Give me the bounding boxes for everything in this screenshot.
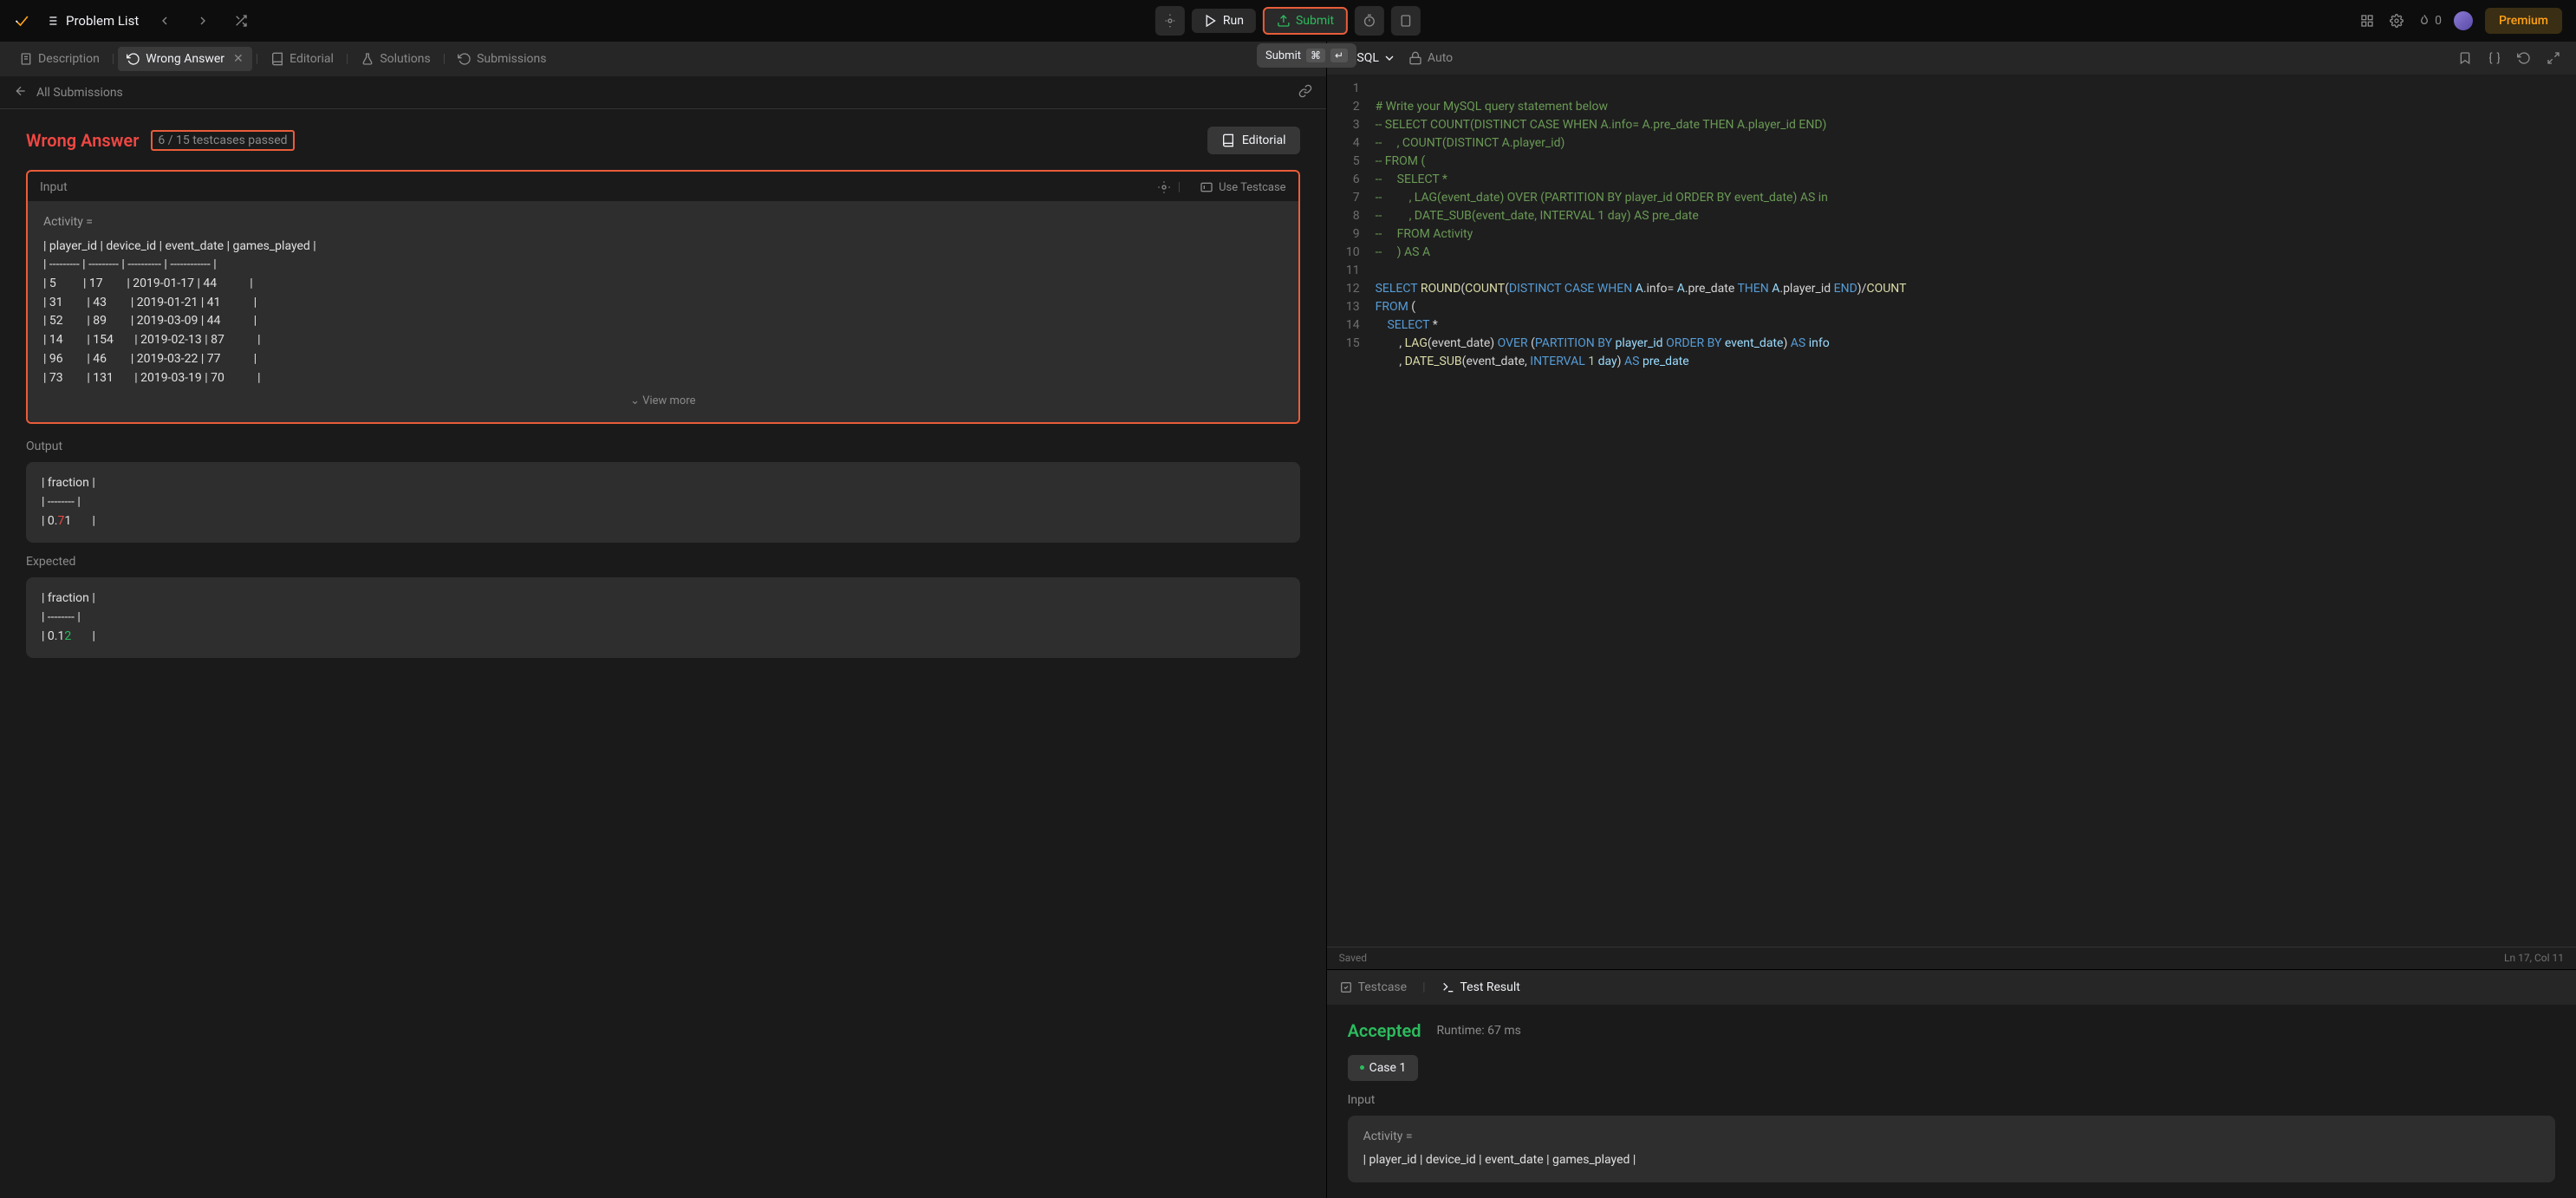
output-codebox: | fraction | | -------- | | 0.71 | — [26, 462, 1300, 543]
editorial-button[interactable]: Editorial — [1207, 127, 1300, 154]
tab-description-label: Description — [38, 52, 100, 66]
testcases-passed: 6 / 15 testcases passed — [151, 130, 294, 151]
code-editor[interactable]: 123456789101112131415 # Write your MySQL… — [1327, 75, 2576, 947]
expected-codebox: | fraction | | -------- | | 0.12 | — [26, 577, 1300, 658]
leetcode-logo[interactable] — [14, 12, 31, 29]
prev-problem-button[interactable] — [153, 9, 177, 33]
input-table-content: | player_id | device_id | event_date | g… — [43, 239, 316, 385]
layout-button[interactable] — [2358, 12, 2376, 29]
case-1-chip[interactable]: Case 1 — [1348, 1055, 1419, 1081]
view-more-button[interactable]: ⌄ View more — [43, 393, 1283, 410]
shuffle-button[interactable] — [229, 9, 253, 33]
expected-label: Expected — [26, 555, 1300, 569]
auto-label: Auto — [1428, 51, 1453, 65]
history-icon — [127, 52, 140, 66]
tab-editorial-label: Editorial — [289, 52, 334, 66]
test-result-tab-label: Test Result — [1460, 980, 1520, 994]
status-title: Wrong Answer — [26, 130, 139, 151]
link-icon[interactable] — [1298, 84, 1312, 101]
streak-counter[interactable]: 0 — [2417, 14, 2442, 28]
problem-list-button[interactable]: Problem List — [45, 13, 139, 29]
editorial-button-label: Editorial — [1242, 133, 1286, 147]
case-1-label: Case 1 — [1369, 1061, 1407, 1075]
history-icon — [458, 52, 472, 66]
debug-input-button[interactable] — [1157, 180, 1171, 194]
tab-wrong-answer[interactable]: Wrong Answer ✕ — [118, 47, 251, 71]
premium-button[interactable]: Premium — [2485, 8, 2562, 34]
topbar: Problem List Run Submit 0 Premium — [0, 0, 2576, 42]
use-testcase-button[interactable]: Use Testcase — [1200, 180, 1285, 194]
braces-icon[interactable] — [2486, 49, 2503, 67]
problem-list-label: Problem List — [66, 13, 139, 29]
left-tabs: Description | Wrong Answer ✕ | Editorial… — [0, 42, 1326, 76]
fullscreen-icon[interactable] — [2545, 49, 2562, 67]
back-button[interactable] — [14, 84, 28, 101]
testcase-tab-label: Testcase — [1358, 980, 1408, 994]
notes-button[interactable] — [1391, 6, 1421, 36]
tooltip-key-enter: ↵ — [1330, 49, 1348, 62]
all-submissions-label: All Submissions — [36, 86, 123, 100]
tab-description[interactable]: Description — [10, 47, 108, 71]
status-dot-icon — [1360, 1065, 1364, 1070]
tooltip-key-cmd: ⌘ — [1306, 49, 1325, 62]
tab-submissions-label: Submissions — [477, 52, 546, 66]
result-input-label: Input — [1348, 1093, 2555, 1107]
runtime-label: Runtime: 67 ms — [1437, 1024, 1521, 1038]
close-icon[interactable]: ✕ — [233, 52, 244, 66]
editor-header: MySQL Auto — [1327, 42, 2576, 75]
input-section: Input | Use Testcase Activity =| player_… — [26, 170, 1300, 424]
auto-toggle[interactable]: Auto — [1408, 51, 1453, 65]
debug-button[interactable] — [1155, 6, 1185, 36]
run-label: Run — [1223, 14, 1244, 28]
output-label: Output — [26, 439, 1300, 453]
run-button[interactable]: Run — [1192, 9, 1256, 33]
use-testcase-label: Use Testcase — [1219, 181, 1285, 194]
tab-testcase[interactable]: Testcase — [1339, 980, 1408, 994]
avatar[interactable] — [2454, 11, 2473, 30]
tab-editorial[interactable]: Editorial — [262, 47, 342, 71]
editor-footer: Saved Ln 17, Col 11 — [1327, 947, 2576, 969]
saved-status: Saved — [1339, 952, 1367, 964]
tooltip-label: Submit — [1265, 49, 1301, 62]
result-input-codebox: Activity =| player_id | device_id | even… — [1348, 1116, 2555, 1182]
tab-solutions[interactable]: Solutions — [352, 47, 439, 71]
bookmark-icon[interactable] — [2456, 49, 2474, 67]
submit-label: Submit — [1296, 14, 1334, 28]
line-gutter: 123456789101112131415 — [1327, 80, 1370, 353]
next-problem-button[interactable] — [191, 9, 215, 33]
timer-button[interactable] — [1355, 6, 1384, 36]
submit-tooltip: Submit ⌘ ↵ — [1257, 43, 1356, 68]
activity-label: Activity = — [43, 213, 1283, 232]
submit-button[interactable]: Submit — [1263, 7, 1348, 35]
input-codebox: Activity = | player_id | device_id | even… — [28, 201, 1298, 422]
tab-submissions[interactable]: Submissions — [449, 47, 555, 71]
tab-solutions-label: Solutions — [380, 52, 430, 66]
tab-wrong-answer-label: Wrong Answer — [146, 52, 224, 66]
reset-icon[interactable] — [2515, 49, 2533, 67]
book-icon — [270, 52, 284, 66]
input-label: Input — [40, 180, 68, 194]
result-tabs: Testcase | Test Result — [1327, 970, 2576, 1005]
tab-test-result[interactable]: Test Result — [1441, 980, 1520, 994]
flask-icon — [361, 52, 374, 66]
accepted-status: Accepted — [1348, 1020, 1421, 1041]
streak-count: 0 — [2435, 14, 2442, 28]
cursor-position: Ln 17, Col 11 — [2504, 952, 2564, 964]
submissions-subheader: All Submissions — [0, 76, 1326, 109]
settings-button[interactable] — [2388, 12, 2405, 29]
document-icon — [19, 52, 33, 66]
